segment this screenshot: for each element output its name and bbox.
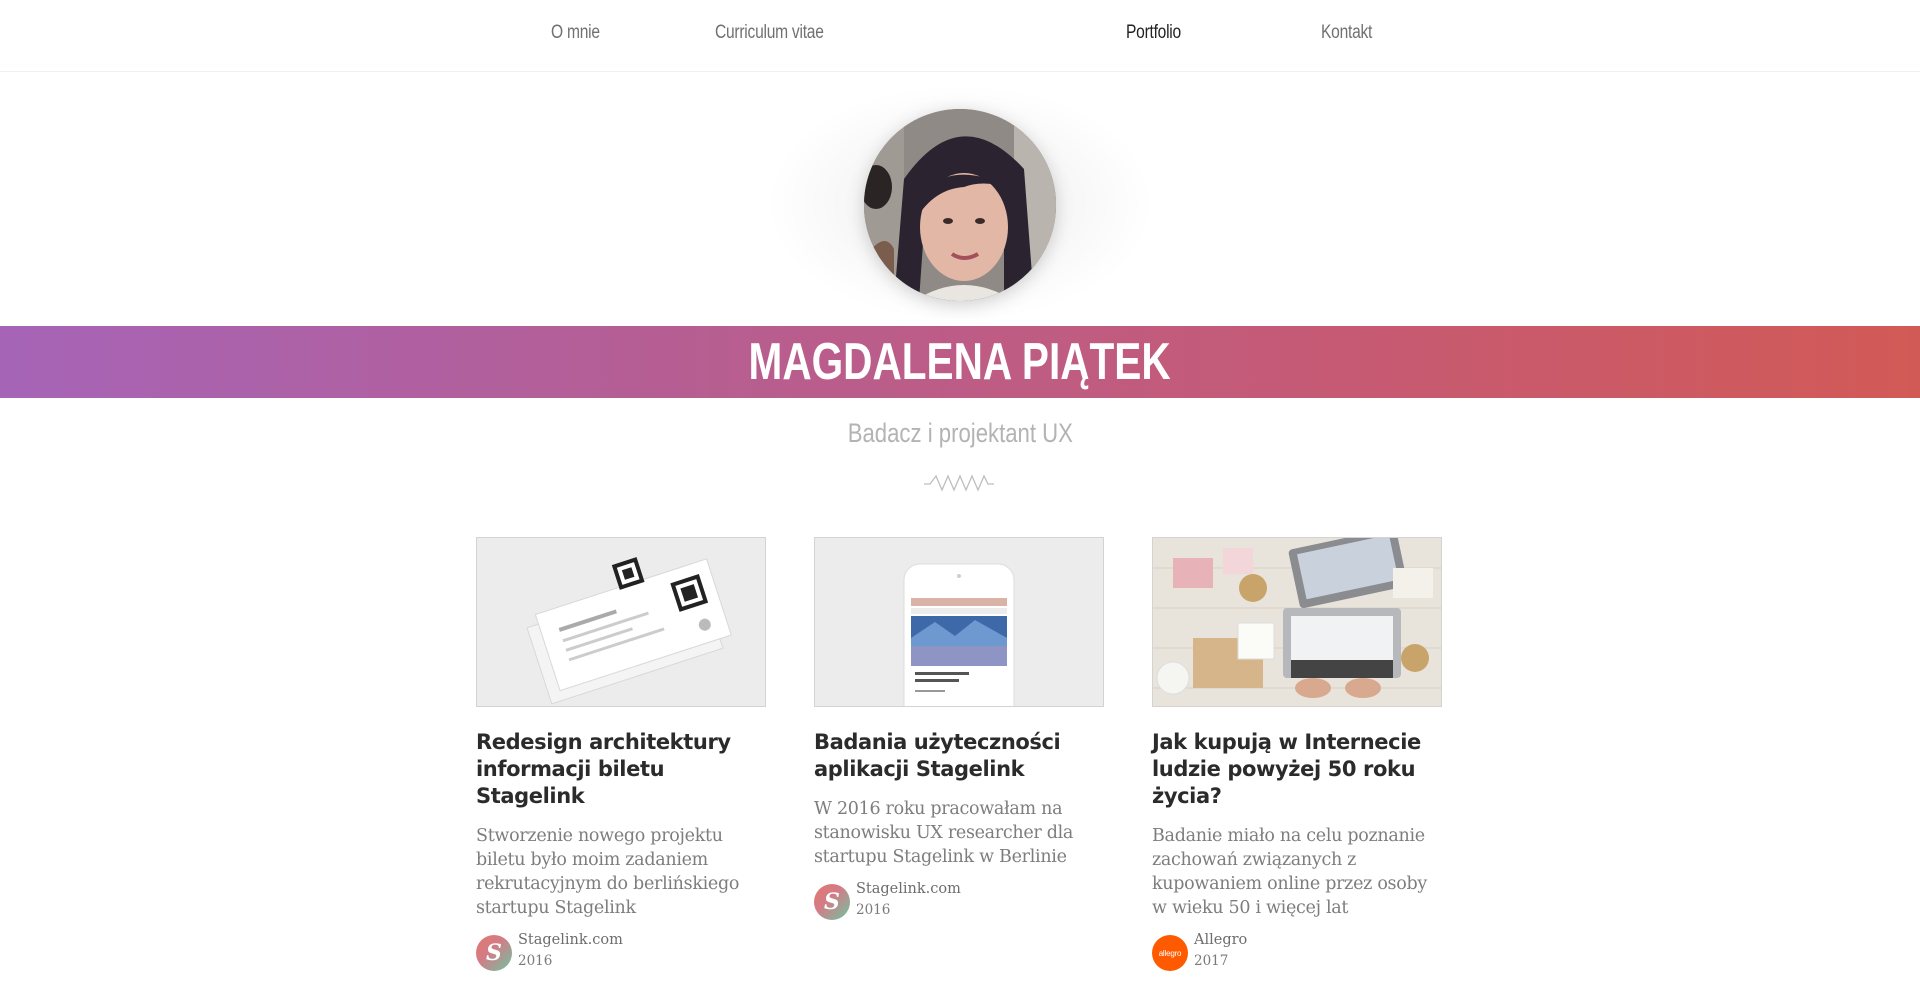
card-year: 2016 (856, 902, 891, 918)
card-title[interactable]: Redesign architektury informacji biletu … (476, 729, 766, 810)
card-source: Stagelink.com (518, 932, 623, 948)
desk-photo (1153, 538, 1441, 706)
card-meta: allegro Allegro 2017 (1152, 932, 1442, 971)
profile-name-text: MAGDALENA PIĄTEK (748, 333, 1172, 391)
card-meta: S Stagelink.com 2016 (476, 932, 766, 971)
card-year: 2016 (518, 953, 553, 969)
name-banner: MAGDALENA PIĄTEK (0, 326, 1920, 398)
card-thumbnail[interactable] (476, 537, 766, 707)
card-meta: S Stagelink.com 2016 (814, 881, 1104, 920)
card-description: Badanie miało na celu poznanie zachowań … (1152, 826, 1427, 918)
card-description: Stworzenie nowego projektu biletu było m… (476, 826, 740, 918)
card-title[interactable]: Jak kupują w Internecie ludzie powyżej 5… (1152, 729, 1442, 810)
card-source: Stagelink.com (856, 881, 961, 897)
nav-link-about[interactable]: O mnie (551, 22, 600, 44)
ticket-illustration (477, 538, 765, 706)
profile-subtitle-text: Badacz i projektant UX (847, 418, 1073, 448)
card-title[interactable]: Badania użyteczności aplikacji Stagelink (814, 729, 1104, 783)
portfolio-card[interactable]: Badania użyteczności aplikacji Stagelink… (814, 537, 1104, 920)
card-year: 2017 (1194, 953, 1229, 969)
phone-illustration (815, 538, 1103, 706)
zigzag-divider-icon (924, 474, 994, 492)
allegro-logo-icon: allegro (1152, 935, 1188, 971)
card-source: Allegro (1194, 932, 1248, 948)
card-description: W 2016 roku pracowałam na stanowisku UX … (814, 799, 1074, 867)
nav-link-portfolio[interactable]: Portfolio (1126, 22, 1181, 44)
portfolio-card[interactable]: Jak kupują w Internecie ludzie powyżej 5… (1152, 537, 1442, 971)
card-thumbnail[interactable] (814, 537, 1104, 707)
top-navigation: O mnie Curriculum vitae Portfolio Kontak… (0, 0, 1920, 72)
card-thumbnail[interactable] (1152, 537, 1442, 707)
profile-photo (864, 109, 1056, 301)
profile-subtitle: Badacz i projektant UX (0, 418, 1920, 449)
profile-avatar (864, 109, 1056, 301)
nav-link-contact[interactable]: Kontakt (1321, 22, 1372, 44)
stagelink-logo-icon: S (476, 935, 512, 971)
stagelink-logo-icon: S (814, 884, 850, 920)
profile-name: MAGDALENA PIĄTEK (0, 332, 1920, 392)
portfolio-card[interactable]: Redesign architektury informacji biletu … (476, 537, 766, 971)
nav-link-cv[interactable]: Curriculum vitae (715, 22, 824, 44)
